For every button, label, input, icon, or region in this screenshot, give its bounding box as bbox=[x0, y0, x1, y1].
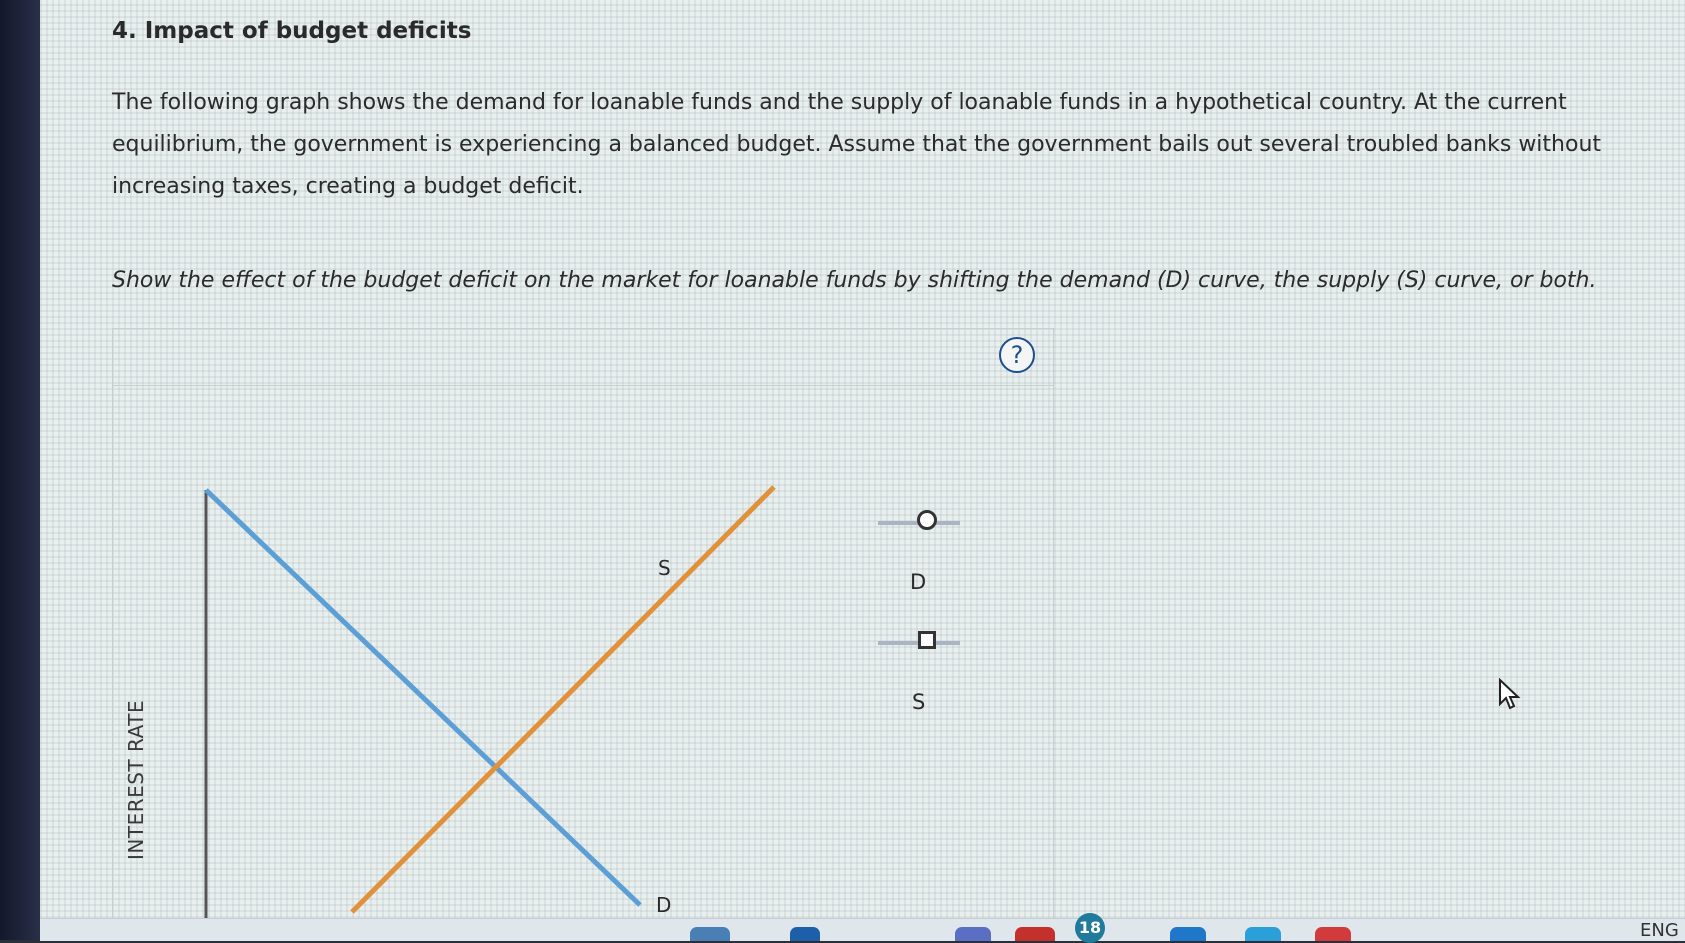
supply-tool-square-icon bbox=[918, 631, 936, 649]
demand-tool-line-left bbox=[878, 521, 918, 525]
taskbar-app-icon[interactable] bbox=[690, 927, 730, 941]
mouse-cursor-icon bbox=[1499, 678, 1521, 710]
demand-tool-circle-icon bbox=[917, 510, 937, 530]
taskbar-app-icon[interactable] bbox=[955, 927, 991, 941]
taskbar-app-icon[interactable] bbox=[1170, 927, 1206, 941]
language-indicator[interactable]: ENG bbox=[1640, 920, 1679, 941]
taskbar-app-icon[interactable] bbox=[1315, 927, 1351, 941]
supply-curve-label: S bbox=[658, 556, 671, 580]
page-content: 4. Impact of budget deficits The followi… bbox=[40, 0, 1685, 929]
taskbar bbox=[40, 918, 1685, 941]
demand-tool-label: D bbox=[910, 570, 927, 594]
taskbar-app-icon[interactable] bbox=[1245, 927, 1281, 941]
screen-bezel bbox=[0, 0, 42, 940]
loanable-funds-graph: S D bbox=[204, 485, 776, 918]
y-axis-label: INTEREST RATE bbox=[124, 699, 148, 860]
supply-tool-label: S bbox=[912, 690, 926, 714]
demand-palette-tool[interactable] bbox=[878, 507, 960, 537]
supply-tool-line-right bbox=[934, 641, 960, 645]
supply-curve[interactable] bbox=[350, 485, 776, 914]
demand-curve-label: D bbox=[656, 893, 671, 917]
supply-palette-tool[interactable] bbox=[878, 627, 960, 657]
demand-tool-line-right bbox=[934, 521, 960, 525]
taskbar-app-icon[interactable] bbox=[1015, 927, 1055, 941]
taskbar-app-icon[interactable] bbox=[790, 927, 820, 941]
notification-badge[interactable]: 18 bbox=[1075, 913, 1105, 943]
supply-tool-line-left bbox=[878, 641, 918, 645]
